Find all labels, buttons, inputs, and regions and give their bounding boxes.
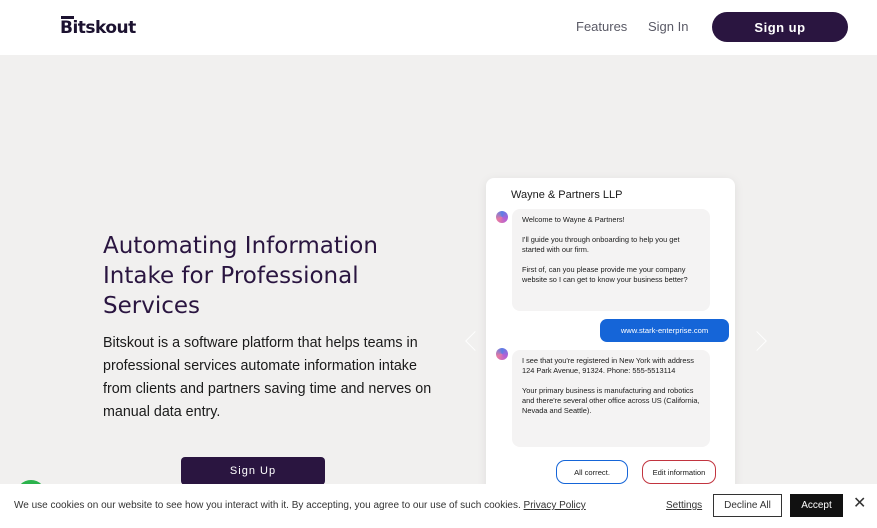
nav-sign-in[interactable]: Sign In bbox=[648, 19, 688, 34]
user-message: www.stark-enterprise.com bbox=[600, 319, 729, 342]
cookie-text: We use cookies on our website to see how… bbox=[14, 500, 521, 511]
carousel-prev-icon[interactable] bbox=[465, 331, 485, 351]
option-all-correct-button[interactable]: All correct. bbox=[556, 460, 628, 484]
bot-message-line: I see that you're registered in New York… bbox=[522, 356, 694, 375]
bot-message-line: First of, can you please provide me your… bbox=[522, 265, 688, 284]
decline-all-button[interactable]: Decline All bbox=[713, 494, 782, 517]
header-signup-button[interactable]: Sign up bbox=[712, 12, 848, 42]
bot-avatar-icon bbox=[496, 348, 508, 360]
bot-message-line: I'll guide you through onboarding to hel… bbox=[522, 235, 680, 254]
bot-message: Welcome to Wayne & Partners! I'll guide … bbox=[512, 209, 710, 311]
option-edit-information-button[interactable]: Edit information bbox=[642, 460, 716, 484]
bot-message-line: Welcome to Wayne & Partners! bbox=[522, 215, 625, 224]
cookie-message: We use cookies on our website to see how… bbox=[14, 500, 586, 511]
chat-preview-card: Wayne & Partners LLP Welcome to Wayne & … bbox=[486, 178, 735, 498]
nav-features[interactable]: Features bbox=[576, 19, 627, 34]
hero-description: Bitskout is a software platform that hel… bbox=[103, 335, 432, 420]
logo[interactable]: Bitskout bbox=[60, 18, 136, 38]
cookie-banner: We use cookies on our website to see how… bbox=[0, 484, 877, 528]
hero-signup-button[interactable]: Sign Up bbox=[181, 457, 325, 485]
chat-title: Wayne & Partners LLP bbox=[511, 189, 623, 201]
bot-message: I see that you're registered in New York… bbox=[512, 350, 710, 447]
bot-message-line: Your primary business is manufacturing a… bbox=[522, 386, 700, 415]
cookie-settings-link[interactable]: Settings bbox=[666, 500, 702, 511]
bot-avatar-icon bbox=[496, 211, 508, 223]
hero-title: Automating Information Intake for Profes… bbox=[103, 233, 378, 319]
carousel-next-icon[interactable] bbox=[747, 331, 767, 351]
close-icon[interactable]: ✕ bbox=[853, 496, 866, 512]
privacy-policy-link[interactable]: Privacy Policy bbox=[524, 500, 586, 511]
site-header: Bitskout Features Sign In Sign up bbox=[0, 0, 877, 55]
accept-button[interactable]: Accept bbox=[790, 494, 843, 517]
